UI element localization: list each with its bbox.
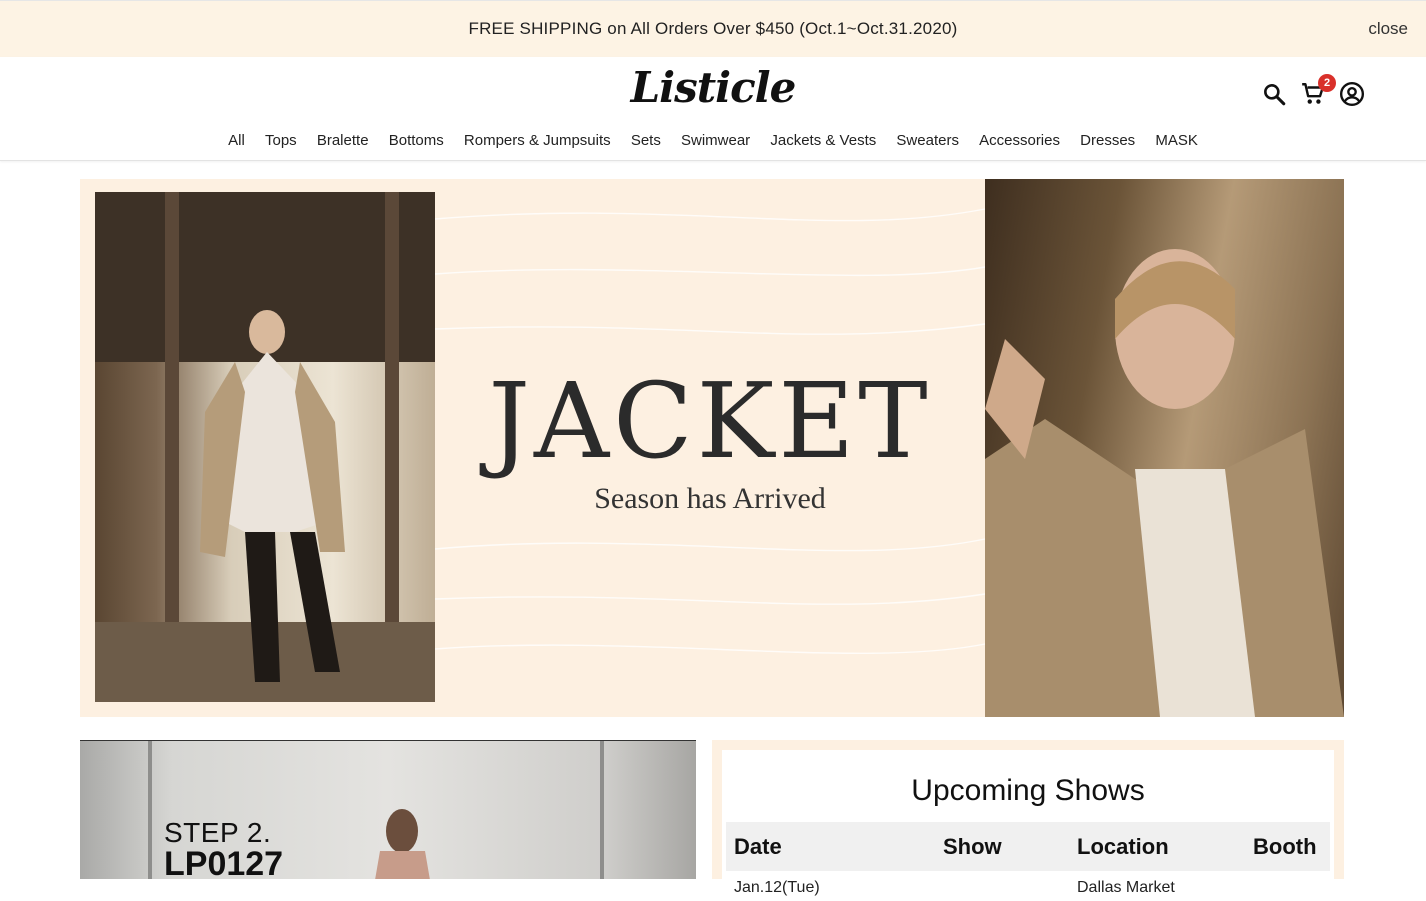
nav-item-mask[interactable]: MASK xyxy=(1155,132,1198,149)
upcoming-shows-card: Upcoming Shows Date Show Location Booth … xyxy=(722,750,1334,896)
hero-banner[interactable]: JACKET Season has Arrived xyxy=(80,179,1344,717)
column-header-date: Date xyxy=(734,834,782,859)
hero-title: JACKET xyxy=(488,360,932,482)
column-header-show: Show xyxy=(943,834,1002,859)
nav-item-all[interactable]: All xyxy=(228,132,245,149)
nav-item-sets[interactable]: Sets xyxy=(631,132,661,149)
nav-item-bottoms[interactable]: Bottoms xyxy=(389,132,444,149)
row-location: Dallas Market xyxy=(1077,879,1175,896)
nav-item-tops[interactable]: Tops xyxy=(265,132,297,149)
nav-item-accessories[interactable]: Accessories xyxy=(979,132,1060,149)
table-row: Jan.12(Tue) Dallas Market xyxy=(726,871,1330,901)
cart-icon[interactable]: 2 xyxy=(1300,74,1336,107)
nav-item-jackets-vests[interactable]: Jackets & Vests xyxy=(770,132,876,149)
row-date: Jan.12(Tue) xyxy=(734,879,820,896)
hero-subtitle: Season has Arrived xyxy=(594,482,826,515)
upcoming-shows-panel: Upcoming Shows Date Show Location Booth … xyxy=(712,740,1344,896)
nav-item-bralette[interactable]: Bralette xyxy=(317,132,369,149)
column-header-location: Location xyxy=(1077,834,1169,859)
site-header: Listicle 2 All Tops Bralette Bottoms Rom… xyxy=(0,57,1426,161)
search-icon[interactable] xyxy=(1261,81,1287,107)
account-icon[interactable] xyxy=(1339,81,1365,107)
nav-item-dresses[interactable]: Dresses xyxy=(1080,132,1135,149)
promo-text: FREE SHIPPING on All Orders Over $450 (O… xyxy=(468,19,958,38)
nav-item-sweaters[interactable]: Sweaters xyxy=(896,132,959,149)
step-code: LP0127 xyxy=(164,845,284,879)
promo-bar: FREE SHIPPING on All Orders Over $450 (O… xyxy=(0,0,1426,57)
nav-item-rompers-jumpsuits[interactable]: Rompers & Jumpsuits xyxy=(464,132,611,149)
hero-photo-model-standing xyxy=(95,192,435,702)
promo-close-button[interactable]: close xyxy=(1368,19,1408,39)
column-header-booth: Booth xyxy=(1253,834,1317,859)
hero-photo-model-closeup xyxy=(985,179,1344,717)
cart-count-badge: 2 xyxy=(1318,74,1336,92)
nav-item-swimwear[interactable]: Swimwear xyxy=(681,132,750,149)
site-logo[interactable]: Listicle xyxy=(0,63,1426,112)
category-nav: All Tops Bralette Bottoms Rompers & Jump… xyxy=(0,132,1426,149)
shows-table-header: Date Show Location Booth xyxy=(726,822,1330,871)
upcoming-shows-title: Upcoming Shows xyxy=(911,774,1145,807)
promo-step-banner[interactable]: STEP 2. LP0127 xyxy=(80,740,696,879)
